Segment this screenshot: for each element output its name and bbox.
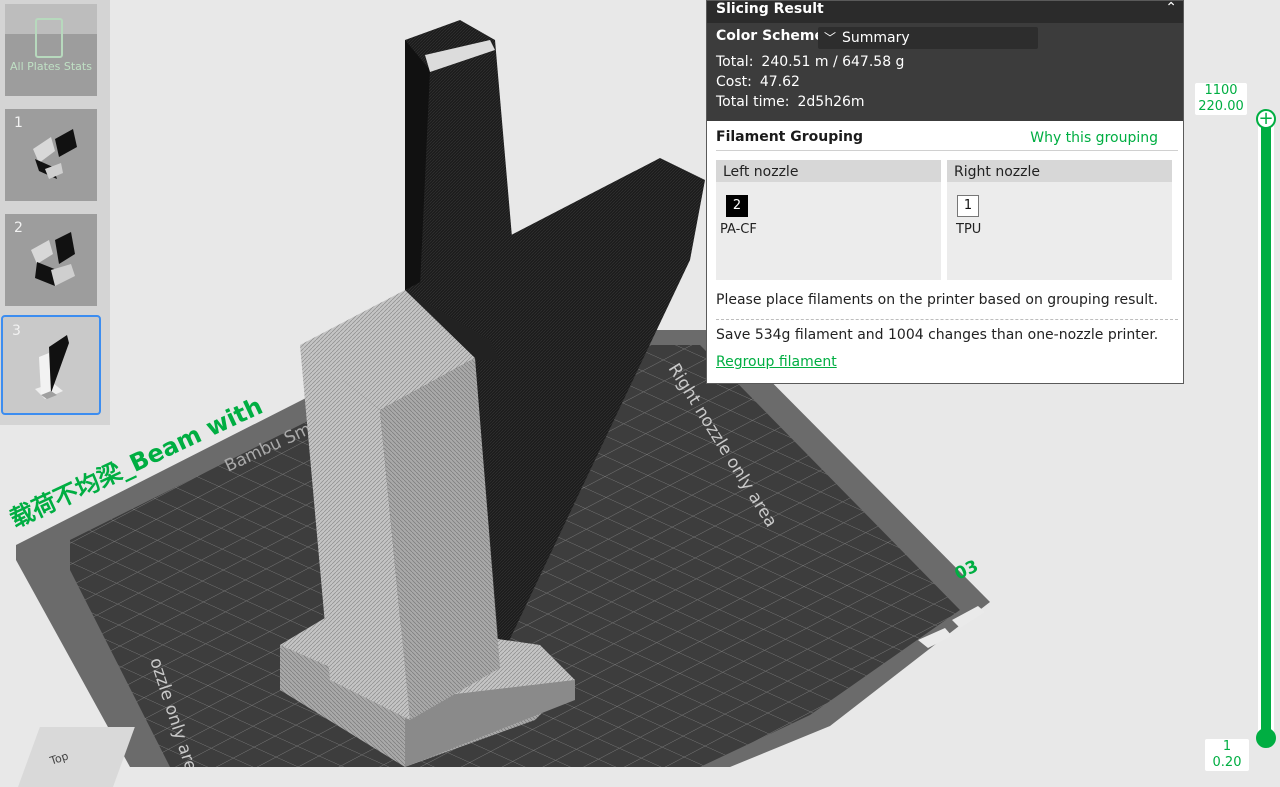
panel-header: Slicing Result ⌃ <box>707 0 1183 23</box>
right-nozzle-label: Right nozzle <box>947 160 1172 182</box>
filament-name: TPU <box>956 222 982 237</box>
top-layer-height: 220.00 <box>1198 99 1244 114</box>
plus-icon: + <box>1258 108 1274 129</box>
bottom-layer-number: 1 <box>1222 739 1232 754</box>
stat-value: 240.51 m / 647.58 g <box>761 54 905 70</box>
plate-number: 2 <box>14 220 23 236</box>
plate-thumbnail-list: All Plates Stats 1 2 3 <box>0 0 110 425</box>
color-scheme-dropdown[interactable]: ﹀ Summary <box>818 27 1038 49</box>
filament-chip-1[interactable]: 1 <box>957 195 979 217</box>
bottom-layer-height: 0.20 <box>1212 755 1242 770</box>
right-nozzle-group: Right nozzle 1 TPU <box>947 160 1172 280</box>
slider-top-handle[interactable]: + <box>1256 109 1276 129</box>
layer-slider[interactable]: 1100 220.00 + 1 0.20 <box>1195 80 1280 771</box>
plate-number: 3 <box>12 323 21 339</box>
left-nozzle-group: Left nozzle 2 PA-CF <box>716 160 941 280</box>
left-nozzle-label: Left nozzle <box>716 160 941 182</box>
stat-value: 47.62 <box>759 74 800 90</box>
summary-area: Color Scheme ﹀ Summary Total: 240.51 m / … <box>707 23 1183 121</box>
regroup-filament-link[interactable]: Regroup filament <box>716 354 837 370</box>
all-plates-label: All Plates Stats <box>10 60 92 73</box>
plate-thumbnail-1[interactable]: 1 <box>5 109 97 201</box>
savings-message: Save 534g filament and 1004 changes than… <box>716 327 1159 343</box>
color-scheme-value: Summary <box>842 30 910 46</box>
top-layer-label: 1100 220.00 <box>1195 83 1247 115</box>
stat-total: Total: 240.51 m / 647.58 g <box>716 54 904 70</box>
stat-key: Total: <box>716 54 754 70</box>
why-this-grouping-link[interactable]: Why this grouping <box>1030 130 1158 146</box>
slider-bottom-handle[interactable] <box>1256 728 1276 748</box>
slicing-result-panel: Slicing Result ⌃ Color Scheme ﹀ Summary … <box>706 0 1184 384</box>
filament-chip-2[interactable]: 2 <box>726 195 748 217</box>
bottom-layer-label: 1 0.20 <box>1205 739 1249 771</box>
stat-key: Cost: <box>716 74 752 90</box>
plate-thumbnail-2[interactable]: 2 <box>5 214 97 306</box>
plate-thumbnail-3[interactable]: 3 <box>1 315 101 415</box>
chevron-down-icon: ﹀ <box>824 31 837 45</box>
color-scheme-label: Color Scheme <box>716 28 825 44</box>
stat-value: 2d5h26m <box>797 94 865 110</box>
stat-cost: Cost: 47.62 <box>716 74 800 90</box>
divider <box>716 150 1178 151</box>
stats-icon <box>35 18 63 58</box>
plate-number: 1 <box>14 115 23 131</box>
top-layer-number: 1100 <box>1204 83 1238 98</box>
model-light-column[interactable] <box>300 290 500 720</box>
filament-name: PA-CF <box>720 222 757 237</box>
divider <box>716 319 1178 320</box>
stat-key: Total time: <box>716 94 790 110</box>
panel-title: Slicing Result <box>716 1 824 17</box>
double-chevron-up-icon[interactable]: ⌃ <box>1165 0 1177 16</box>
stat-total-time: Total time: 2d5h26m <box>716 94 865 110</box>
filament-grouping-title: Filament Grouping <box>716 129 864 145</box>
slider-track[interactable] <box>1261 118 1271 738</box>
all-plates-stats-button[interactable]: All Plates Stats <box>5 4 97 96</box>
view-cube[interactable] <box>18 727 135 787</box>
placement-message: Please place filaments on the printer ba… <box>716 292 1159 308</box>
